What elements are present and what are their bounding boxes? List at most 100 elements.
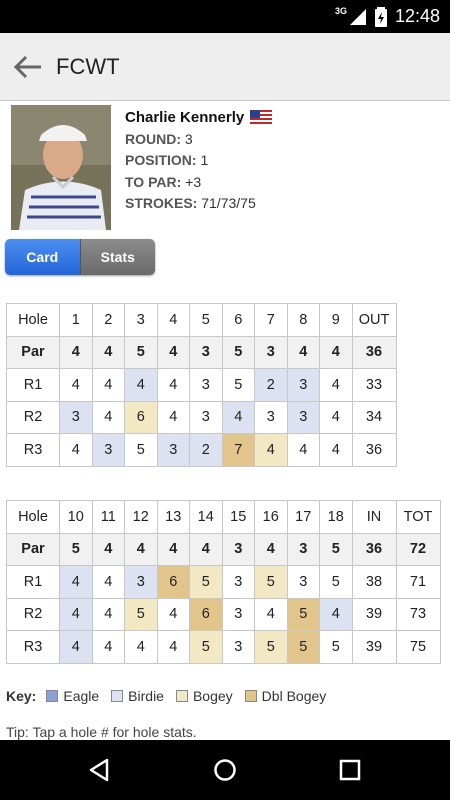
network-type: 3G [334,5,347,16]
score-cell: 5 [189,630,223,664]
score-cell: 4 [156,630,190,664]
app-bar: FCWT [0,33,450,101]
page-title: FCWT [56,53,120,79]
score-cell: 3 [286,565,320,599]
score-cell: 7 [221,433,255,467]
hole-number-cell[interactable]: 11 [91,500,125,534]
score-cell: 72 [395,532,441,566]
key-dbl-bogey: Dbl Bogey [244,688,326,704]
hole-number-cell[interactable]: 2 [91,303,125,337]
back-button[interactable] [0,33,56,101]
navigation-bar [0,740,450,800]
score-cell: 5 [221,368,255,402]
score-cell: 5 [189,565,223,599]
nav-home-button[interactable] [210,755,240,785]
score-cell: 34 [351,400,397,434]
score-cell: 5 [221,335,255,369]
score-cell: 4 [59,335,93,369]
hole-number-cell[interactable]: 5 [189,303,223,337]
score-cell: 5 [286,597,320,631]
hole-header-row: Hole 1 2 3 4 5 6 7 8 9 OUT [6,303,397,337]
birdie-swatch [111,690,124,702]
score-cell: 4 [91,532,125,566]
to-par-info: TO PAR: +3 [125,173,202,190]
round-row: R1 4 4 4 4 3 5 2 3 4 33 [6,368,397,402]
hole-number-cell[interactable]: 15 [221,500,255,534]
arrow-left-icon [13,55,41,78]
score-cell: 4 [59,565,93,599]
front-nine-scorecard: Hole 1 2 3 4 5 6 7 8 9 OUT Par 4 4 5 4 3 5 3 4 4 36 R1 4 4 4 4 3 5 2 3… [6,303,397,467]
score-cell: 4 [319,368,353,402]
nav-back-button[interactable] [84,755,114,785]
score-cell: 4 [156,400,190,434]
score-cell: 3 [286,532,320,566]
hole-number-cell[interactable]: 3 [124,303,158,337]
score-cell: 3 [221,532,255,566]
score-cell: 3 [189,368,223,402]
score-cell: 4 [254,433,288,467]
score-cell: 4 [189,532,223,566]
row-label: Par [6,335,60,369]
score-cell: 4 [91,335,125,369]
round-row: R1 4 4 3 6 5 3 5 3 5 38 71 [6,565,441,599]
score-cell: 5 [124,433,158,467]
score-cell: 3 [59,400,93,434]
hole-number-cell[interactable]: 1 [59,303,93,337]
score-cell: 4 [124,368,158,402]
round-row: R3 4 4 4 4 5 3 5 5 5 39 75 [6,630,441,664]
score-cell: 33 [351,368,397,402]
score-cell: 3 [221,630,255,664]
tab-stats[interactable]: Stats [79,239,155,275]
score-cell: 4 [319,597,353,631]
player-profile: Charlie Kennerly ROUND: 3 POSITION: 1 TO… [11,105,441,230]
hole-number-cell[interactable]: 17 [286,500,320,534]
player-name: Charlie Kennerly [125,109,245,126]
status-bar: 3G 12:48 [0,0,450,33]
key-bogey: Bogey [175,688,233,704]
bogey-swatch [175,690,188,702]
score-cell: 6 [124,400,158,434]
hole-header-row: Hole 10 11 12 13 14 15 16 17 18 IN TOT [6,500,441,534]
square-recent-icon [339,759,361,781]
hole-number-cell[interactable]: 7 [254,303,288,337]
hole-number-cell[interactable]: 10 [59,500,93,534]
score-cell: 5 [254,565,288,599]
row-label: R3 [6,630,60,664]
score-cell: 4 [91,368,125,402]
score-cell: 6 [156,565,190,599]
nav-recent-button[interactable] [335,755,365,785]
player-photo [11,105,111,230]
header-cell: Hole [6,500,60,534]
score-cell: 5 [319,630,353,664]
score-cell: 4 [59,368,93,402]
score-cell: 3 [254,400,288,434]
hole-number-cell[interactable]: 8 [286,303,320,337]
score-cell: 4 [156,532,190,566]
score-cell: 3 [91,433,125,467]
tab-card[interactable]: Card [5,239,80,275]
score-cell: 5 [319,565,353,599]
hole-number-cell[interactable]: 14 [189,500,223,534]
hole-number-cell[interactable]: 4 [156,303,190,337]
hole-number-cell[interactable]: 12 [124,500,158,534]
score-cell: 4 [59,597,93,631]
round-info: ROUND: 3 [125,130,193,147]
score-cell: 3 [254,335,288,369]
score-cell: 75 [395,630,441,664]
round-row: R2 4 4 5 4 6 3 4 5 4 39 73 [6,597,441,631]
hole-number-cell[interactable]: 16 [254,500,288,534]
score-cell: 4 [254,532,288,566]
hole-number-cell[interactable]: 6 [221,303,255,337]
score-cell: 4 [156,597,190,631]
score-cell: 5 [286,630,320,664]
score-cell: 71 [395,565,441,599]
hole-number-cell[interactable]: 9 [319,303,353,337]
score-cell: 4 [59,630,93,664]
score-cell: 36 [351,532,397,566]
row-label: R1 [6,368,60,402]
hole-number-cell[interactable]: 13 [156,500,190,534]
score-cell: 4 [124,532,158,566]
hole-number-cell[interactable]: 18 [319,500,353,534]
position-info: POSITION: 1 [125,152,209,168]
score-cell: 2 [254,368,288,402]
